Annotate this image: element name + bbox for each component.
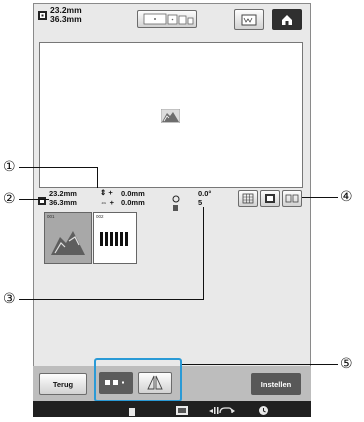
info-width-value: 23.2mm [49,189,77,198]
top-height-value: 36.3mm [50,14,82,24]
callout-3-line [19,299,204,300]
info-height-value: 36.3mm [49,198,77,207]
frame-icon [175,403,189,415]
rotation-icon [172,190,180,203]
grid-view-icon [242,193,254,204]
home-icon [282,15,292,25]
size-icon [38,7,47,20]
vertical-offset-icon: ⇕ + [100,188,113,197]
split-view-button[interactable] [282,190,302,207]
timer-icon [258,403,269,415]
pattern-thumbnail[interactable]: 002 [93,212,137,264]
presser-foot-icon [208,403,236,414]
camera-button[interactable] [234,9,264,30]
callout-1-line [19,167,98,168]
grid-view-button[interactable] [238,190,258,207]
pattern-thumbnail[interactable]: 001 [44,212,92,264]
document-icon [127,404,137,416]
pattern-preview-image [160,108,181,124]
mirror-button[interactable] [138,372,172,394]
callout-1-label: ① [3,159,16,175]
status-bar [33,401,311,417]
split-view-icon [285,194,299,203]
camera-icon [241,14,257,26]
frame-view-icon [143,13,194,25]
thumbnail-view-icon [265,194,275,203]
callout-3-line [203,207,204,300]
mirror-icon [147,375,163,390]
horizontal-offset-value: 0.0mm [121,198,145,207]
color-changes-icon [172,199,179,211]
home-button[interactable] [272,9,302,30]
rotation-value: 0.0° [198,189,212,198]
callout-3-label: ③ [3,291,16,307]
callout-5-label: ⑤ [340,356,353,372]
callout-1-line [97,167,98,188]
callout-4-label: ④ [340,189,353,205]
callout-5-line [182,364,338,365]
back-button[interactable]: Terug [39,373,87,395]
pattern-002-image [100,232,128,246]
vertical-offset-value: 0.0mm [121,189,145,198]
frame-view-button[interactable] [137,10,197,28]
callout-4-line [302,197,338,198]
thumbnail-view-button[interactable] [260,190,280,207]
pattern-001-image [51,231,85,255]
layout-toggle-button[interactable] [99,372,133,394]
color-changes-value: 5 [198,198,203,207]
horizontal-offset-icon: ⇔ + [100,198,114,207]
layout-toggle-icon [105,380,124,385]
callout-2-line [19,199,49,200]
settings-button[interactable]: Instellen [251,373,301,395]
callout-2-label: ② [3,191,16,207]
